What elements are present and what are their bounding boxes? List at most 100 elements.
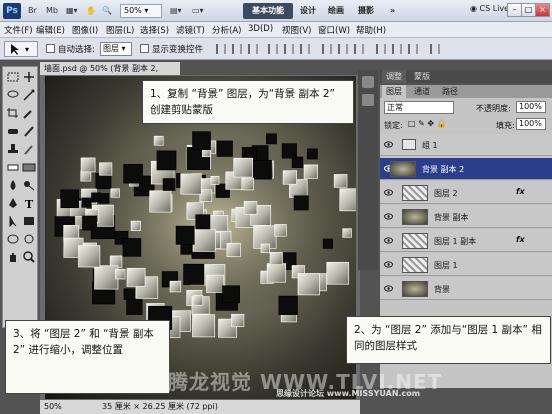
distribute-right-icon[interactable] [408,44,418,54]
path-selection-tool-icon[interactable] [6,215,20,228]
tab-channels[interactable]: 通道 [410,85,434,98]
menu-edit[interactable]: 编辑(E) [36,24,65,36]
menu-filter[interactable]: 滤镜(T) [176,24,205,36]
layer-row[interactable]: 背景 副本 [380,206,552,228]
mini-bridge-icon[interactable]: Mb [46,4,58,18]
zoom-tool-icon[interactable]: 🔍 [102,4,112,18]
zoom-level-select[interactable]: 50% ▾ [120,4,162,18]
clone-stamp-tool-icon[interactable] [6,143,20,155]
history-brush-tool-icon[interactable] [22,143,36,155]
layer-row[interactable]: 背景 [380,278,552,300]
eyedropper-tool-icon[interactable] [22,107,36,119]
screen-mode-icon[interactable]: ▭▾ [192,4,204,18]
document-tab[interactable]: 墙面.psd @ 50% (背景 副本 2, RGB/8#) * × [40,62,180,86]
lasso-tool-icon[interactable] [6,89,20,101]
actions-panel-icon[interactable] [362,94,374,106]
distribute-left-icon[interactable] [376,44,386,54]
distribute-vcenter-icon[interactable] [338,44,348,54]
eye-icon[interactable] [384,213,393,220]
canvas-tile [183,263,205,285]
layer-row[interactable]: 图层 1 [380,254,552,276]
tab-adjustments[interactable]: 调整 [382,70,406,83]
3d-orbit-tool-icon[interactable] [22,233,36,245]
brush-tool-icon[interactable] [22,125,36,137]
auto-select-checkbox[interactable] [46,44,55,53]
eraser-tool-icon[interactable] [6,161,20,173]
gradient-tool-icon[interactable] [22,161,36,173]
layer-row[interactable]: 背景 副本 2 [380,158,552,180]
align-bottom-icon[interactable] [248,44,258,54]
zoom-tool-icon[interactable] [22,251,36,263]
healing-brush-tool-icon[interactable] [6,125,20,137]
guides-icon[interactable]: ▦▾ [66,4,78,18]
blur-tool-icon[interactable] [6,179,20,191]
marquee-tool-icon[interactable] [6,71,20,83]
dodge-tool-icon[interactable] [22,179,36,191]
workspace-design-button[interactable]: 设计 [300,3,316,19]
minimize-button[interactable]: – [507,3,522,17]
menu-bar: 文件(F) 编辑(E) 图像(I) 图层(L) 选择(S) 滤镜(T) 分析(A… [0,22,552,38]
distribute-hcenter-icon[interactable] [392,44,402,54]
workspace-more-icon[interactable]: » [390,3,395,19]
layer-row[interactable]: 组 1 [380,134,552,156]
lock-icons[interactable]: □ ✎ ✥ 🔒 [408,119,447,128]
bridge-icon[interactable]: Br [28,4,37,18]
layer-row[interactable]: 图层 1 副本 fx [380,230,552,252]
workspace-painting-button[interactable]: 绘画 [328,3,344,19]
workspace-essentials-button[interactable]: 基本功能 [243,3,293,19]
3d-rotate-tool-icon[interactable] [6,233,20,245]
menu-3d[interactable]: 3D(D) [248,24,273,34]
layer-effects-icon[interactable]: fx [516,235,525,244]
align-hcenter-icon[interactable] [284,44,294,54]
menu-select[interactable]: 选择(S) [140,24,169,36]
align-left-icon[interactable] [268,44,278,54]
canvas-tile [192,228,216,252]
cs-live-button[interactable]: ◉ CS Live [470,4,509,13]
menu-analysis[interactable]: 分析(A) [212,24,241,36]
layer-name: 背景 副本 2 [422,165,465,174]
shape-tool-icon[interactable] [22,215,36,227]
canvas-tile [210,175,220,185]
workspace-photography-button[interactable]: 摄影 [358,3,374,19]
opacity-input[interactable]: 100% [516,101,546,113]
menu-help[interactable]: 帮助(H) [356,24,386,36]
layer-row[interactable]: 图层 2 fx [380,182,552,204]
menu-file[interactable]: 文件(F) [4,24,33,36]
history-panel-icon[interactable] [362,76,374,88]
align-right-icon[interactable] [300,44,310,54]
maximize-button[interactable]: □ [521,3,536,17]
tab-masks[interactable]: 蒙版 [410,70,434,83]
layer-effects-icon[interactable]: fx [516,187,525,196]
show-transform-checkbox[interactable] [140,44,149,53]
menu-layer[interactable]: 图层(L) [106,24,134,36]
align-top-icon[interactable] [216,44,226,54]
eye-icon[interactable] [384,261,393,268]
eye-icon[interactable] [384,285,393,292]
tab-layers[interactable]: 图层 [382,85,406,98]
tab-paths[interactable]: 路径 [438,85,462,98]
move-tool-icon[interactable] [22,71,36,83]
menu-window[interactable]: 窗口(W) [318,24,350,36]
menu-image[interactable]: 图像(I) [72,24,98,36]
auto-select-target-select[interactable]: 图层 ▾ [100,42,132,56]
distribute-bottom-icon[interactable] [354,44,364,54]
move-tool-icon: ▾ [11,44,29,55]
eye-icon[interactable] [384,141,393,148]
tool-preset-picker[interactable]: ▾ [4,41,38,57]
blend-mode-select[interactable]: 正常 [384,101,454,114]
hand-tool-icon[interactable] [6,251,20,263]
close-button[interactable]: × [535,3,550,17]
magic-wand-tool-icon[interactable] [22,89,36,101]
pen-tool-icon[interactable] [6,197,20,209]
align-vcenter-icon[interactable] [232,44,242,54]
distribute-top-icon[interactable] [322,44,332,54]
crop-tool-icon[interactable] [6,107,20,119]
arrange-documents-icon[interactable]: ▤▾ [170,4,182,18]
fill-input[interactable]: 100% [516,118,546,130]
eye-icon[interactable] [384,189,393,196]
auto-align-icon[interactable] [430,44,440,54]
menu-view[interactable]: 视图(V) [282,24,311,36]
eye-icon[interactable] [384,237,393,244]
hand-tool-icon[interactable]: ✋ [86,4,96,18]
type-tool-icon[interactable]: T [22,197,36,211]
